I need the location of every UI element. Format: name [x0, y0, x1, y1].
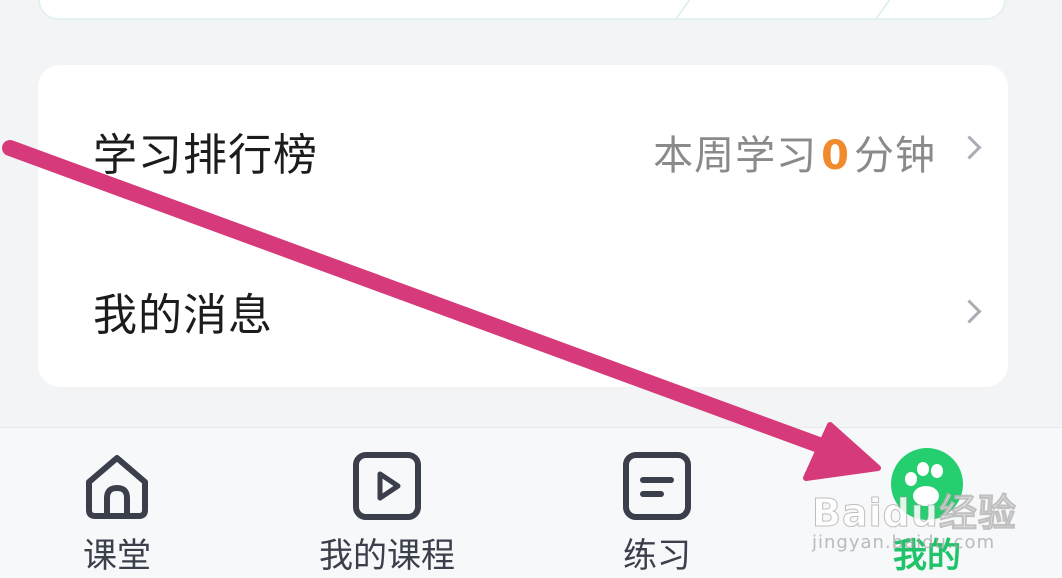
ranking-row[interactable]: 学习排行榜 本周学习 0 分钟 [38, 65, 1008, 225]
practice-document-icon [621, 450, 693, 526]
card-decoration [858, 0, 964, 18]
top-card-partial [38, 0, 1006, 20]
status-suffix: 分钟 [854, 133, 936, 179]
messages-row[interactable]: 我的消息 [38, 225, 1008, 385]
messages-title: 我的消息 [93, 290, 273, 341]
menu-card: 学习排行榜 本周学习 0 分钟 我的消息 [38, 65, 1008, 387]
play-video-icon [351, 450, 423, 526]
card-decoration [658, 0, 764, 18]
profile-paw-icon [891, 448, 963, 520]
tab-mine[interactable]: 我的 [827, 428, 1027, 578]
tab-label: 练习 [623, 536, 691, 576]
chevron-right-icon [957, 135, 982, 160]
tab-classroom[interactable]: 课堂 [17, 428, 217, 578]
tab-practice[interactable]: 练习 [557, 428, 757, 578]
tab-label: 我的课程 [319, 536, 455, 576]
home-icon [81, 450, 153, 526]
tab-label: 课堂 [83, 536, 151, 576]
tab-my-courses[interactable]: 我的课程 [287, 428, 487, 578]
study-minutes: 0 [821, 133, 850, 179]
status-prefix: 本周学习 [653, 133, 818, 179]
ranking-title: 学习排行榜 [93, 130, 318, 181]
weekly-study-status: 本周学习 0 分钟 [653, 123, 936, 181]
tab-label: 我的 [893, 536, 961, 576]
bottom-tab-bar: 课堂 我的课程 练习 我的 [0, 427, 1062, 578]
chevron-right-icon [957, 299, 982, 324]
